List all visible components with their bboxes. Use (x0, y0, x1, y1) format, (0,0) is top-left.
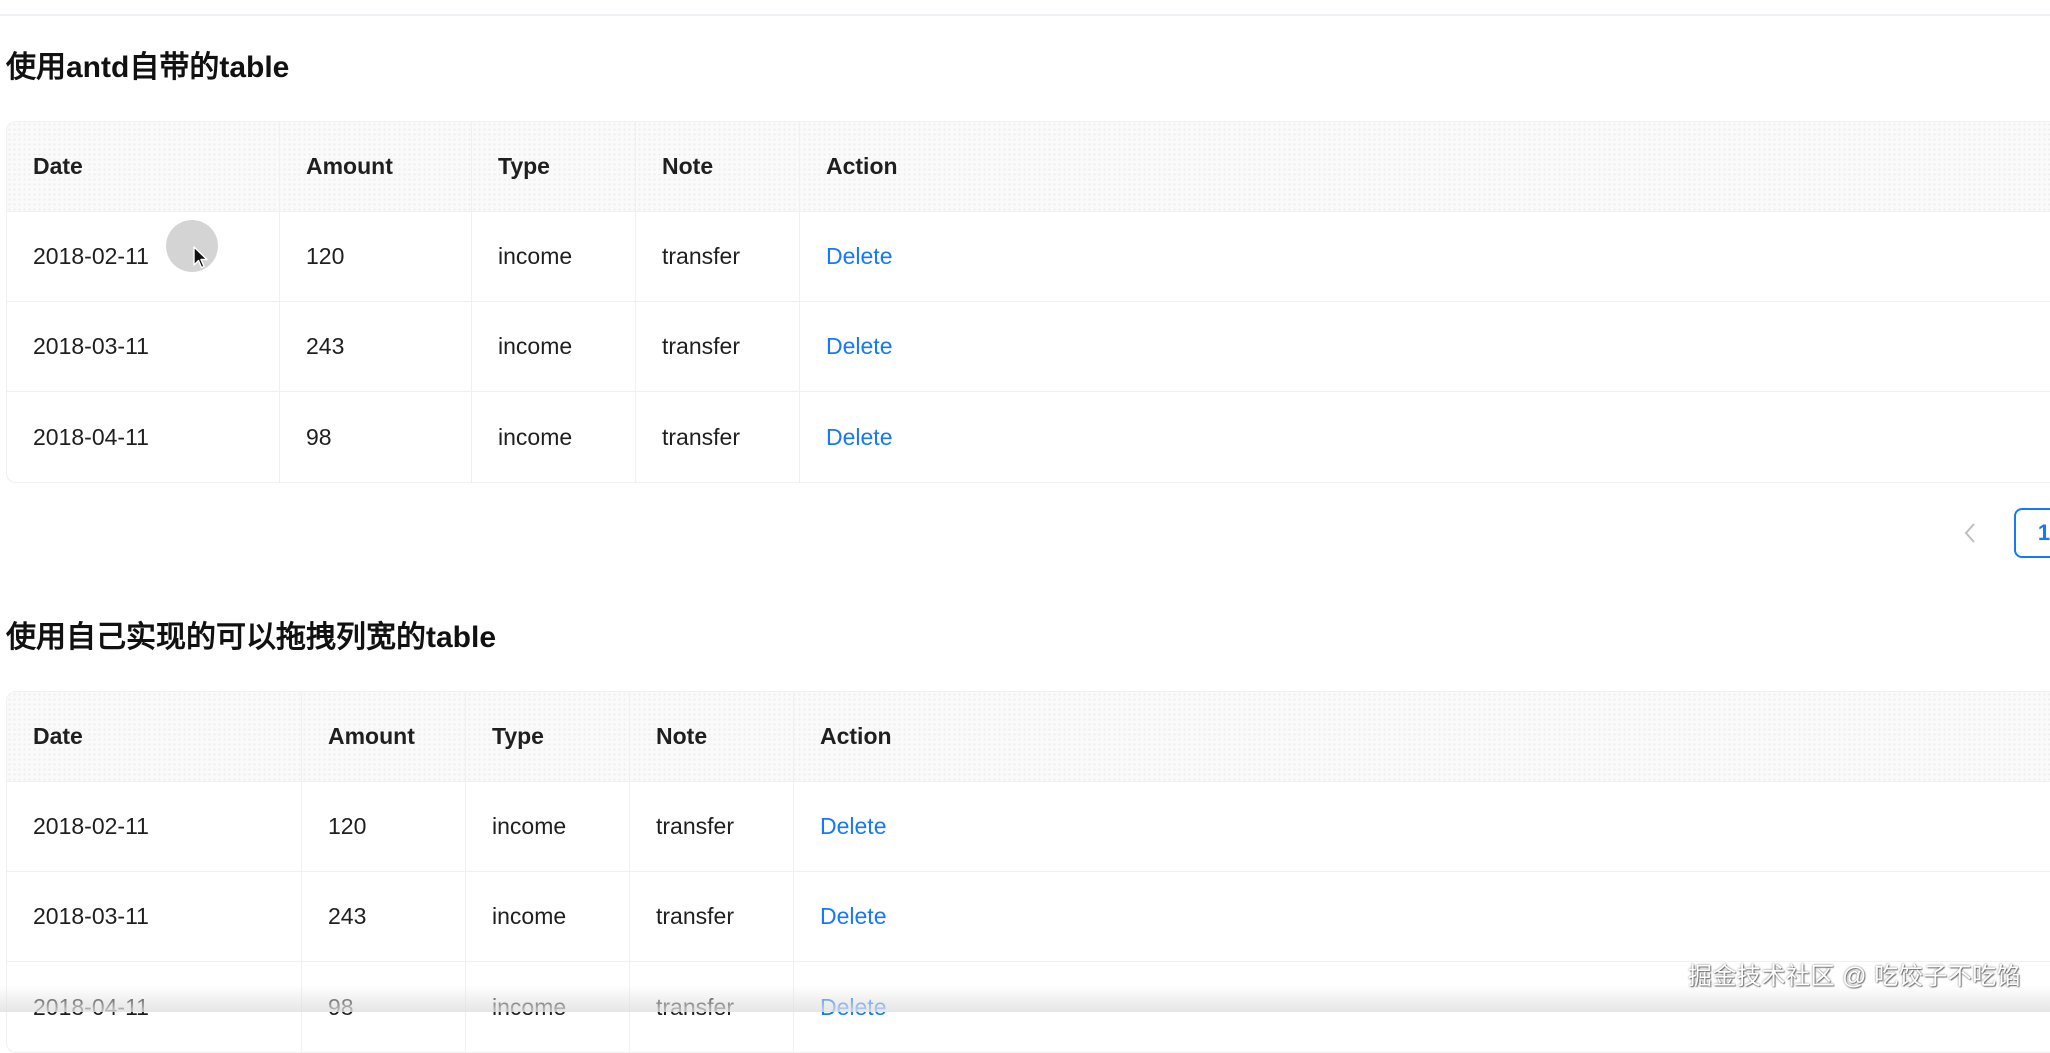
cell-action: Delete (800, 302, 2050, 391)
cell-action: Delete (800, 392, 2050, 482)
cell-amount: 120 (280, 212, 472, 301)
cell-action: Delete (794, 782, 2050, 871)
delete-link[interactable]: Delete (820, 994, 886, 1021)
delete-link[interactable]: Delete (820, 813, 886, 840)
column-header-note[interactable]: Note (636, 122, 800, 211)
cell-note: transfer (630, 782, 794, 871)
column-header-type[interactable]: Type (466, 692, 630, 781)
column-header-action: Action (820, 723, 892, 749)
table-header-row: Date Amount Type Note Action (7, 122, 2050, 212)
column-header-amount[interactable]: Amount (280, 122, 472, 211)
cell-note: transfer (636, 392, 800, 482)
cell-type: income (472, 302, 636, 391)
column-header-date[interactable]: Date (7, 692, 302, 781)
cell-note: transfer (630, 872, 794, 961)
delete-link[interactable]: Delete (826, 243, 892, 270)
cell-amount: 98 (280, 392, 472, 482)
top-divider (0, 14, 2050, 16)
antd-table: Date Amount Type Note Action 2018-02-11 … (6, 121, 2050, 483)
cell-date: 2018-03-11 (7, 302, 280, 391)
delete-link[interactable]: Delete (820, 903, 886, 930)
cell-amount: 120 (302, 782, 466, 871)
column-header-amount[interactable]: Amount (302, 692, 466, 781)
cell-type: income (466, 782, 630, 871)
table-row: 2018-02-11 120 income transfer Delete (7, 782, 2050, 872)
cell-amount: 98 (302, 962, 466, 1052)
section-title-antd: 使用antd自带的table (6, 51, 290, 84)
cell-type: income (466, 872, 630, 961)
cursor-highlight (166, 220, 218, 272)
cell-action: Delete (794, 872, 2050, 961)
cell-note: transfer (636, 212, 800, 301)
cell-date: 2018-03-11 (7, 872, 302, 961)
cell-date: 2018-04-11 (7, 392, 280, 482)
table-row: 2018-03-11 243 income transfer Delete (7, 302, 2050, 392)
section-title-resizable: 使用自己实现的可以拖拽列宽的table (6, 621, 497, 654)
column-header-note[interactable]: Note (630, 692, 794, 781)
column-header-type[interactable]: Type (472, 122, 636, 211)
cell-type: income (472, 392, 636, 482)
cell-action: Delete (800, 212, 2050, 301)
mouse-pointer-icon (193, 246, 209, 275)
table-row: 2018-04-11 98 income transfer Delete (7, 392, 2050, 482)
delete-link[interactable]: Delete (826, 333, 892, 360)
cell-date: 2018-04-11 (7, 962, 302, 1052)
cell-type: income (472, 212, 636, 301)
pagination: 1 (1950, 508, 2050, 558)
resizable-table: Date Amount Type Note Action 2018-02-11 … (6, 691, 2050, 1053)
page-item-current[interactable]: 1 (2014, 508, 2050, 558)
table-row: 2018-03-11 243 income transfer Delete (7, 872, 2050, 962)
cell-date: 2018-02-11 (7, 782, 302, 871)
delete-link[interactable]: Delete (826, 424, 892, 451)
column-header-date[interactable]: Date (7, 122, 280, 211)
cell-amount: 243 (280, 302, 472, 391)
watermark-text: 掘金技术社区 @ 吃饺子不吃馅 (1688, 963, 2022, 990)
column-header-action: Action (826, 153, 898, 179)
cell-type: income (466, 962, 630, 1052)
cell-date: 2018-02-11 (7, 212, 280, 301)
table-row: 2018-02-11 120 income transfer Delete (7, 212, 2050, 302)
cell-note: transfer (636, 302, 800, 391)
chevron-left-icon[interactable] (1950, 508, 1990, 558)
table-header-row: Date Amount Type Note Action (7, 692, 2050, 782)
cell-amount: 243 (302, 872, 466, 961)
cell-note: transfer (630, 962, 794, 1052)
